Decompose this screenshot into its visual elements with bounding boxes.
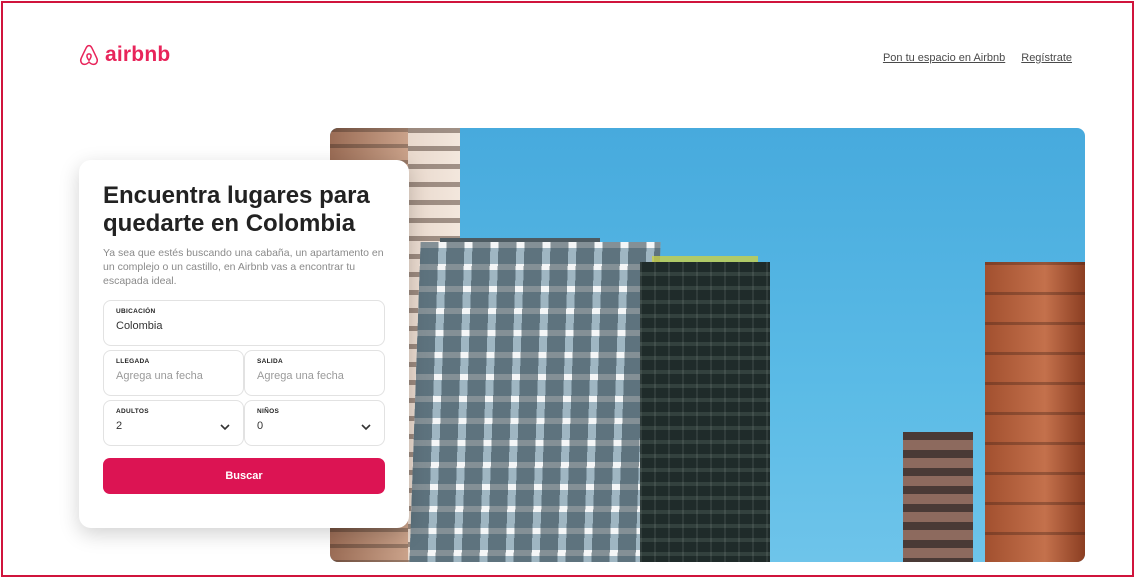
location-label: UBICACIÓN bbox=[116, 308, 156, 315]
children-value[interactable]: 0 bbox=[257, 420, 372, 432]
airbnb-logo[interactable]: airbnb bbox=[79, 43, 170, 67]
brand-name: airbnb bbox=[105, 43, 171, 66]
building-brick bbox=[985, 262, 1085, 562]
chevron-down-icon[interactable] bbox=[360, 421, 372, 433]
adults-value[interactable]: 2 bbox=[116, 420, 231, 432]
children-select[interactable]: NIÑOS 0 bbox=[244, 400, 385, 446]
checkout-field[interactable]: SALIDA Agrega una fecha bbox=[244, 350, 385, 396]
host-link[interactable]: Pon tu espacio en Airbnb bbox=[883, 52, 1005, 64]
guests-row: ADULTOS 2 NIÑOS 0 bbox=[103, 400, 385, 446]
search-button[interactable]: Buscar bbox=[103, 458, 385, 494]
header-links: Pon tu espacio en Airbnb Regístrate bbox=[883, 52, 1072, 64]
building-glass bbox=[409, 242, 661, 562]
signup-link[interactable]: Regístrate bbox=[1021, 52, 1072, 64]
hero-image bbox=[330, 128, 1085, 562]
chevron-down-icon[interactable] bbox=[219, 421, 231, 433]
building-far-right bbox=[903, 432, 973, 562]
checkin-label: LLEGADA bbox=[116, 358, 150, 365]
children-label: NIÑOS bbox=[257, 408, 280, 415]
location-value[interactable]: Colombia bbox=[116, 320, 372, 332]
checkin-field[interactable]: LLEGADA Agrega una fecha bbox=[103, 350, 244, 396]
card-subtitle: Ya sea que estés buscando una cabaña, un… bbox=[103, 247, 384, 287]
building-dark-tower bbox=[640, 262, 770, 562]
dates-row: LLEGADA Agrega una fecha SALIDA Agrega u… bbox=[103, 350, 385, 396]
adults-select[interactable]: ADULTOS 2 bbox=[103, 400, 244, 446]
location-field[interactable]: UBICACIÓN Colombia bbox=[103, 300, 385, 346]
checkout-label: SALIDA bbox=[257, 358, 283, 365]
adults-label: ADULTOS bbox=[116, 408, 149, 415]
page-frame: airbnb Pon tu espacio en Airbnb Regístra… bbox=[1, 1, 1134, 577]
card-title: Encuentra lugares para quedarte en Colom… bbox=[103, 182, 370, 237]
search-card: Encuentra lugares para quedarte en Colom… bbox=[79, 160, 409, 528]
checkout-placeholder[interactable]: Agrega una fecha bbox=[257, 370, 372, 382]
checkin-placeholder[interactable]: Agrega una fecha bbox=[116, 370, 231, 382]
airbnb-belo-icon bbox=[79, 44, 99, 66]
